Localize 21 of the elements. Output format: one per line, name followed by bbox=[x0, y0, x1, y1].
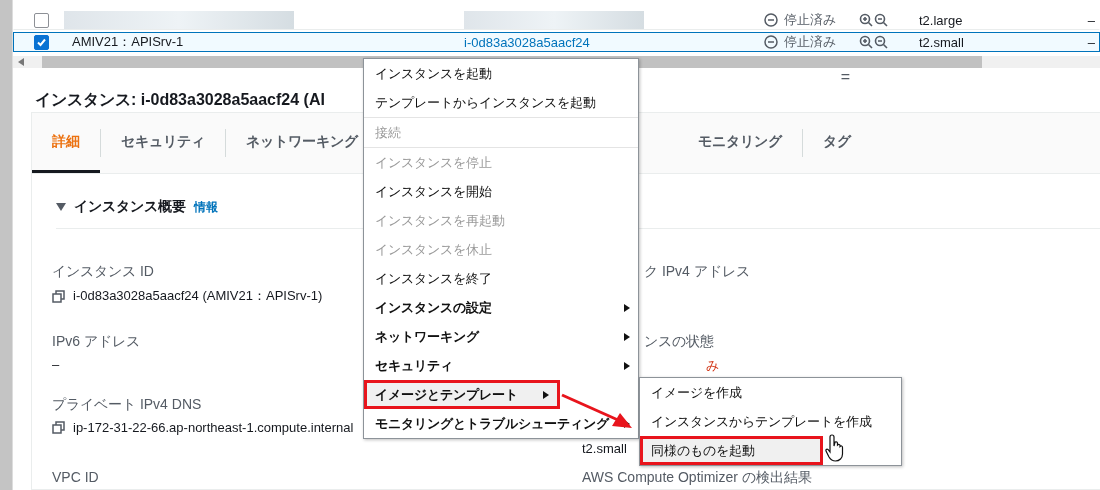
field-label: IPv6 アドレス bbox=[52, 333, 140, 351]
field-label: プライベート IPv4 DNS bbox=[52, 396, 202, 414]
table-cell-text: – bbox=[1086, 34, 1096, 50]
field-value: ip-172-31-22-66.ap-northeast-1.compute.internal bbox=[52, 420, 354, 435]
field-label: AWS Compute Optimizer の検出結果 bbox=[582, 469, 812, 487]
instance-status: 停止済み bbox=[784, 11, 836, 29]
instance-name: AMIV21：APISrv-1 bbox=[71, 33, 185, 51]
field-label: ク IPv4 アドレス bbox=[644, 263, 750, 281]
field-value: み bbox=[706, 357, 719, 375]
table-cell-text: – bbox=[1086, 12, 1096, 28]
field-label: VPC ID bbox=[52, 469, 99, 487]
section-title: インスタンス概要 bbox=[74, 198, 186, 216]
instance-status: 停止済み bbox=[784, 33, 836, 51]
field-label: インスタンス ID bbox=[52, 263, 154, 281]
field-value: – bbox=[52, 357, 60, 372]
field-value: t2.small bbox=[582, 441, 627, 456]
instance-type: t2.large bbox=[919, 12, 964, 28]
instance-title: インスタンス: i-0d83a3028a5aacf24 (AI bbox=[34, 90, 325, 110]
instance-type: t2.small bbox=[919, 34, 965, 50]
field-label: ンスの状態 bbox=[644, 333, 714, 351]
field-value: i-0d83a3028a5aacf24 (AMIV21：APISrv-1) bbox=[52, 287, 323, 305]
